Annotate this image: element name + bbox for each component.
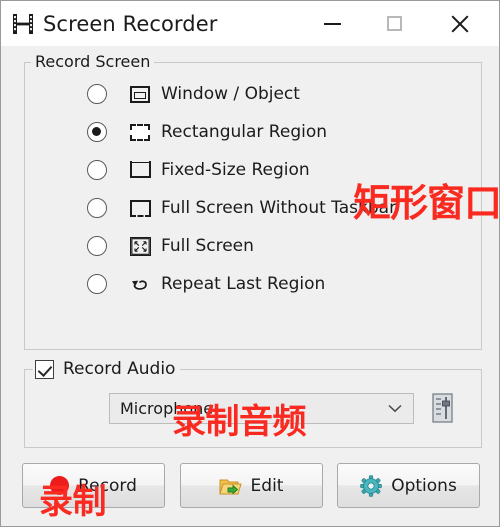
action-button-bar: Record Edit Options bbox=[22, 463, 480, 508]
audio-mixer-button[interactable] bbox=[429, 391, 456, 425]
audio-mixer-icon bbox=[432, 393, 453, 423]
film-strip-icon bbox=[13, 13, 33, 34]
radio-option-label: Fixed-Size Region bbox=[161, 160, 310, 180]
red-record-dot-icon bbox=[50, 476, 70, 495]
record-button-label: Record bbox=[78, 475, 137, 496]
rectangular-region-icon bbox=[129, 121, 151, 143]
edit-button-label: Edit bbox=[250, 475, 284, 496]
record-audio-label: Record Audio bbox=[63, 359, 176, 379]
repeat-last-region-icon bbox=[129, 273, 151, 295]
close-icon bbox=[449, 13, 471, 35]
maximize-button[interactable] bbox=[367, 1, 421, 46]
window-title: Screen Recorder bbox=[43, 11, 218, 36]
window-object-icon bbox=[129, 83, 151, 105]
record-audio-checkbox[interactable]: Record Audio bbox=[33, 358, 181, 380]
radio-option-label: Full Screen bbox=[161, 236, 254, 256]
minimize-button[interactable] bbox=[305, 1, 359, 46]
title-bar: Screen Recorder bbox=[1, 1, 499, 46]
radio-option-label: Rectangular Region bbox=[161, 122, 328, 142]
radio-option-full-screen-without-taskbar[interactable]: Full Screen Without Taskbar bbox=[87, 189, 457, 227]
radio-option-fixed-size-region[interactable]: Fixed-Size Region bbox=[87, 151, 457, 189]
edit-button[interactable]: Edit bbox=[179, 463, 323, 508]
options-button[interactable]: Options bbox=[337, 463, 480, 508]
fixed-size-region-icon bbox=[129, 159, 151, 181]
maximize-icon bbox=[386, 16, 402, 31]
full-screen-no-taskbar-icon bbox=[129, 197, 151, 219]
folder-open-icon bbox=[218, 479, 242, 495]
radio-option-full-screen[interactable]: Full Screen bbox=[87, 227, 457, 265]
close-button[interactable] bbox=[433, 1, 487, 46]
gear-icon bbox=[360, 474, 383, 497]
screen-recorder-window: Screen Recorder Record Screen Window / O… bbox=[0, 0, 500, 527]
full-screen-icon bbox=[129, 235, 151, 257]
radio-option-repeat-last-region[interactable]: Repeat Last Region bbox=[87, 265, 457, 303]
record-screen-options: Window / Object Rectangular Region Fixed… bbox=[87, 75, 457, 303]
radio-indicator[interactable] bbox=[87, 122, 107, 142]
radio-option-window-object[interactable]: Window / Object bbox=[87, 75, 457, 113]
audio-source-value: Microphone bbox=[120, 399, 214, 418]
record-button[interactable]: Record bbox=[22, 463, 165, 508]
radio-indicator[interactable] bbox=[87, 274, 107, 294]
radio-option-label: Repeat Last Region bbox=[161, 274, 326, 294]
chevron-down-icon bbox=[388, 404, 402, 413]
options-button-label: Options bbox=[391, 475, 457, 496]
checkbox-indicator[interactable] bbox=[35, 359, 54, 379]
client-area: Record Screen Window / Object Rectangula… bbox=[1, 46, 499, 526]
radio-indicator[interactable] bbox=[87, 84, 107, 104]
radio-indicator[interactable] bbox=[87, 236, 107, 256]
radio-option-label: Full Screen Without Taskbar bbox=[161, 198, 397, 218]
record-screen-group-title: Record Screen bbox=[31, 52, 155, 71]
radio-indicator[interactable] bbox=[87, 160, 107, 180]
radio-indicator[interactable] bbox=[87, 198, 107, 218]
radio-option-rectangular-region[interactable]: Rectangular Region bbox=[87, 113, 457, 151]
radio-option-label: Window / Object bbox=[161, 84, 300, 104]
minimize-icon bbox=[323, 22, 341, 25]
audio-source-dropdown[interactable]: Microphone bbox=[109, 393, 414, 424]
